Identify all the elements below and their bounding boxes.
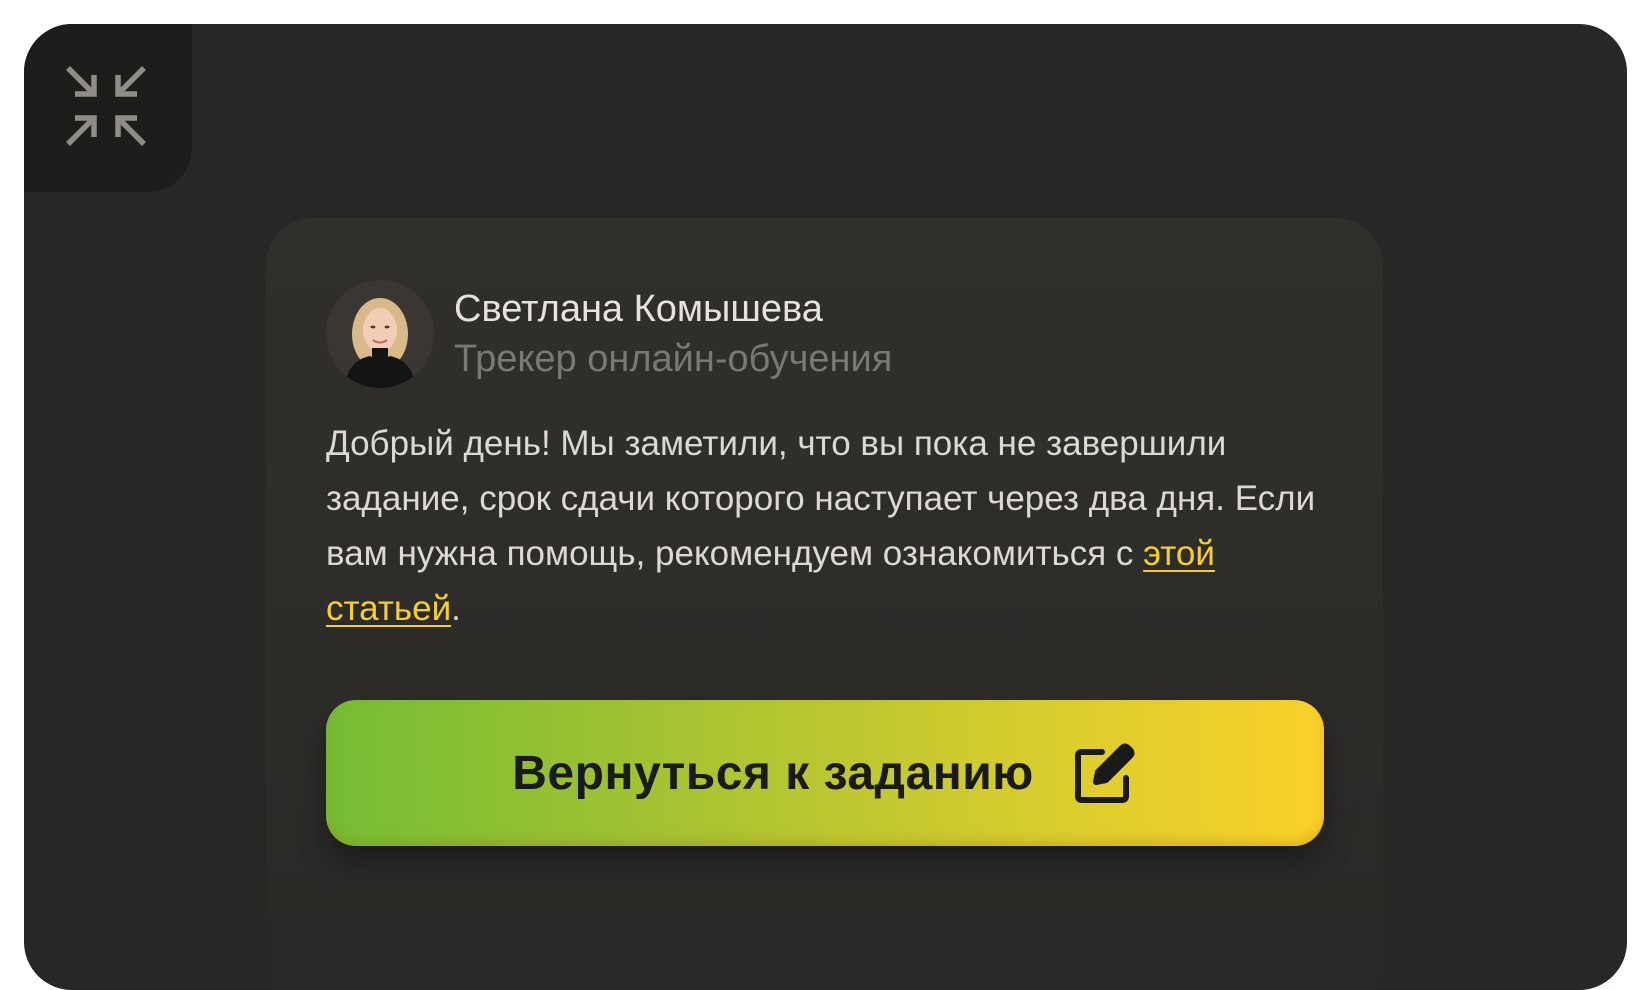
collapse-tab xyxy=(24,24,192,192)
edit-icon xyxy=(1072,740,1138,806)
avatar xyxy=(326,280,434,388)
message-text-after: . xyxy=(451,589,461,628)
author-name: Светлана Комышева xyxy=(454,288,823,330)
collapse-button[interactable] xyxy=(64,64,148,148)
message-text: Добрый день! Мы заметили, что вы пока не… xyxy=(326,416,1336,636)
author-role: Трекер онлайн-обучения xyxy=(454,338,893,380)
message-card: Светлана Комышева Трекер онлайн-обучения… xyxy=(266,218,1383,990)
return-to-task-label: Вернуться к заданию xyxy=(512,746,1034,800)
author-block: Светлана Комышева Трекер онлайн-обучения xyxy=(326,278,892,390)
avatar-photo xyxy=(326,280,434,388)
notification-window: Светлана Комышева Трекер онлайн-обучения… xyxy=(24,24,1627,990)
collapse-arrows-icon xyxy=(66,66,146,146)
return-to-task-button[interactable]: Вернуться к заданию xyxy=(326,700,1324,846)
